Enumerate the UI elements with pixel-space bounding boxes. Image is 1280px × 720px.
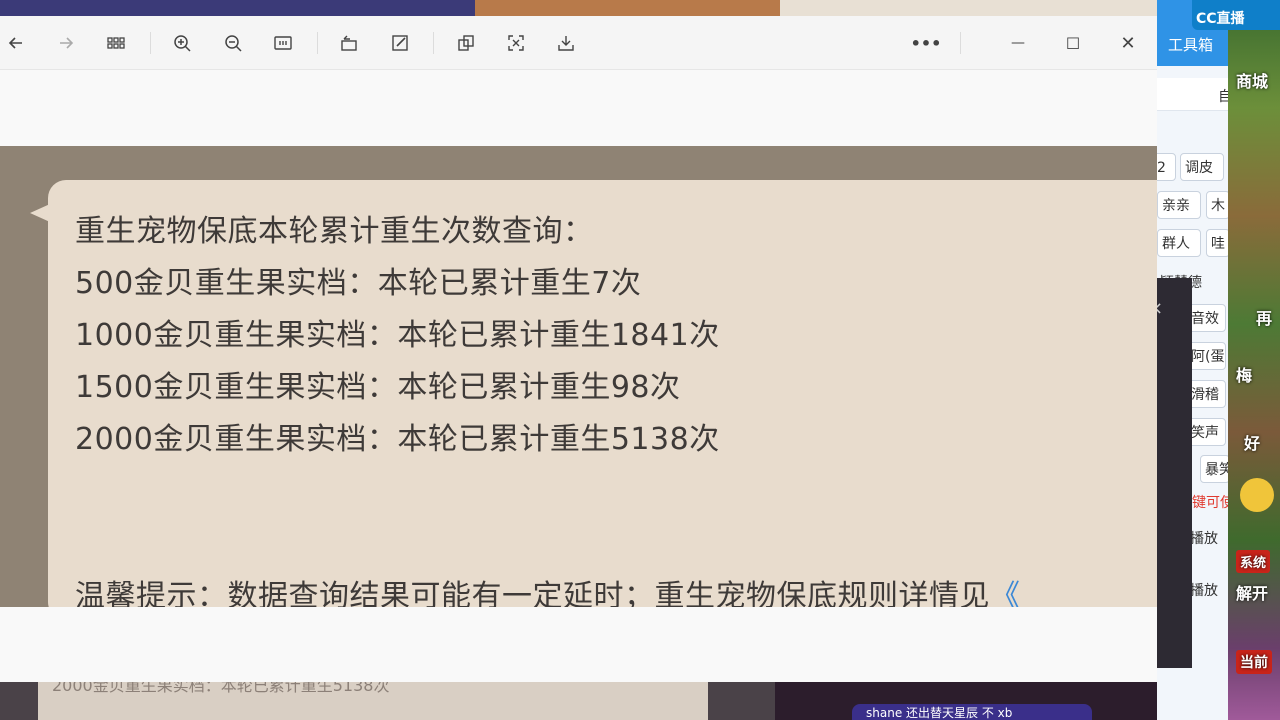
tier-line: 2000金贝重生果实档：本轮已累计重生5138次 xyxy=(75,422,720,457)
tier-line: 500金贝重生果实档：本轮已累计重生7次 xyxy=(75,266,642,301)
forward-arrow-icon[interactable] xyxy=(53,30,79,56)
sound-tag[interactable]: 滑稽 xyxy=(1186,380,1226,408)
chat-message: shane 还出替天星辰 不 xb xyxy=(852,704,1092,720)
minimize-icon[interactable]: — xyxy=(1005,30,1031,56)
bubble-tail xyxy=(30,204,50,222)
query-title: 重生宠物保底本轮累计重生次数查询： xyxy=(75,214,594,249)
tier-line: 1500金贝重生果实档：本轮已累计重生98次 xyxy=(75,370,681,405)
game-badge: 梅 xyxy=(1236,366,1253,385)
maximize-icon[interactable]: ☐ xyxy=(1060,30,1086,56)
background-popup xyxy=(1157,278,1192,668)
sound-tag[interactable]: 笑声 xyxy=(1186,418,1226,446)
toolbox-title: 工具箱 xyxy=(1168,36,1214,54)
toolbar-divider xyxy=(150,32,151,54)
more-options-icon[interactable]: ••• xyxy=(911,30,942,56)
sound-tag[interactable]: 群人 xyxy=(1157,229,1201,257)
game-icon[interactable] xyxy=(1240,478,1274,512)
toolbox-row[interactable]: 播放 xyxy=(1190,528,1218,548)
actual-size-icon[interactable] xyxy=(270,30,296,56)
game-badge: 好 xyxy=(1244,434,1261,453)
tip-line: 温馨提示：数据查询结果可能有一定延时；重生宠物保底规则详情见《 xyxy=(75,571,1021,607)
close-icon[interactable]: ✕ xyxy=(1115,30,1141,56)
sound-tag[interactable]: 暴笑 xyxy=(1200,455,1230,483)
sound-tag[interactable]: 哇 xyxy=(1206,229,1230,257)
zoom-in-icon[interactable] xyxy=(169,30,195,56)
game-strip xyxy=(1228,0,1280,720)
rotate-icon[interactable] xyxy=(336,30,362,56)
tier-line: 1000金贝重生果实档：本轮已累计重生1841次 xyxy=(75,318,720,353)
game-badge: 再 xyxy=(1256,309,1273,328)
grid-icon[interactable] xyxy=(103,30,129,56)
background-window-strip xyxy=(0,0,475,16)
background-window-strip xyxy=(475,0,780,16)
viewer-toolbar: ••• — ☐ ✕ xyxy=(0,16,1157,70)
viewer-canvas xyxy=(0,607,1157,682)
toolbox-row[interactable]: 播放 xyxy=(1190,580,1218,600)
copy-icon[interactable] xyxy=(453,30,479,56)
download-icon[interactable] xyxy=(553,30,579,56)
back-arrow-icon[interactable] xyxy=(3,30,29,56)
tip-text: 温馨提示：数据查询结果可能有一定延时；重生宠物保底规则详情见 xyxy=(75,579,990,607)
game-badge: 当前 xyxy=(1236,650,1272,674)
zoom-out-icon[interactable] xyxy=(220,30,246,56)
sound-tag[interactable]: 音效 xyxy=(1186,304,1226,332)
viewer-canvas xyxy=(0,70,1157,146)
toolbar-divider xyxy=(960,32,961,54)
crop-icon[interactable] xyxy=(503,30,529,56)
rules-link[interactable]: 《 xyxy=(990,579,1021,607)
image-viewer-window: ••• — ☐ ✕ 重生宠物保底本轮累计重生次数查询： 500金贝重生果实档：本… xyxy=(0,16,1157,682)
cc-logo-text: CC直播 xyxy=(1196,11,1245,27)
sound-tag[interactable]: 亲亲 xyxy=(1157,191,1201,219)
game-badge[interactable]: 商城 xyxy=(1236,68,1268,92)
toolbar-divider xyxy=(433,32,434,54)
sound-tag[interactable]: 调皮 xyxy=(1180,153,1224,181)
sound-tag[interactable]: 木 xyxy=(1206,191,1230,219)
sound-tag[interactable]: 阿(蛋 xyxy=(1186,342,1226,370)
toolbar-divider xyxy=(317,32,318,54)
game-badge: 解开 xyxy=(1236,584,1269,603)
edit-icon[interactable] xyxy=(387,30,413,56)
game-badge: 系统 xyxy=(1236,550,1271,573)
displayed-image[interactable]: 重生宠物保底本轮累计重生次数查询： 500金贝重生果实档：本轮已累计重生7次 1… xyxy=(0,146,1157,607)
background-window-strip xyxy=(780,0,1160,16)
